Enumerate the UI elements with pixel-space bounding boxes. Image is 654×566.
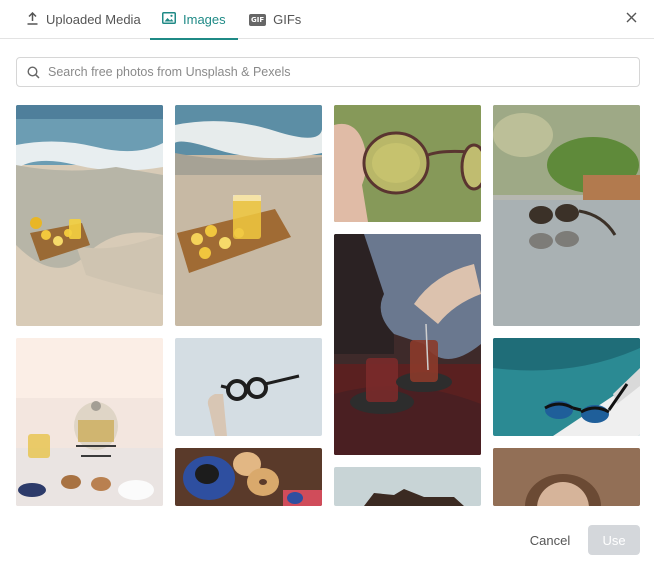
image-gallery: [16, 105, 640, 506]
tab-gifs[interactable]: GIF GIFs: [249, 0, 301, 39]
media-picker-dialog: Uploaded Media Images GIF GIFs Search fr…: [0, 0, 654, 566]
tab-uploaded-media[interactable]: Uploaded Media: [26, 0, 141, 39]
search-icon: [17, 65, 40, 79]
image-sunglasses-reflection[interactable]: [493, 105, 640, 326]
image-wallet-partial[interactable]: [334, 467, 481, 506]
close-button[interactable]: [620, 8, 642, 30]
search-input[interactable]: [48, 65, 608, 79]
search-field[interactable]: [16, 57, 640, 87]
image-woman-portrait-partial[interactable]: [493, 448, 640, 506]
tab-images-label: Images: [183, 12, 226, 27]
image-hand-holding-glasses[interactable]: [334, 105, 481, 222]
close-icon: [626, 10, 637, 28]
tab-gifs-label: GIFs: [273, 12, 302, 27]
cancel-button[interactable]: Cancel: [520, 526, 580, 554]
image-beach-lemonade-glasses[interactable]: [175, 105, 322, 326]
image-coffee-bagels[interactable]: [175, 448, 322, 506]
image-tea-set-cakes[interactable]: [16, 338, 163, 506]
tab-images[interactable]: Images: [150, 0, 238, 40]
image-hand-holding-black-glasses[interactable]: [175, 338, 322, 436]
use-button[interactable]: Use: [588, 525, 640, 555]
gif-icon: GIF: [249, 13, 267, 26]
upload-icon: [26, 11, 39, 28]
image-sunglasses-pool[interactable]: [493, 338, 640, 436]
image-icon: [162, 12, 176, 27]
tab-bar: Uploaded Media Images GIF GIFs: [0, 0, 654, 40]
tab-uploaded-media-label: Uploaded Media: [46, 12, 141, 27]
image-beach-lemonade-board[interactable]: [16, 105, 163, 326]
image-pouring-tea[interactable]: [334, 234, 481, 455]
